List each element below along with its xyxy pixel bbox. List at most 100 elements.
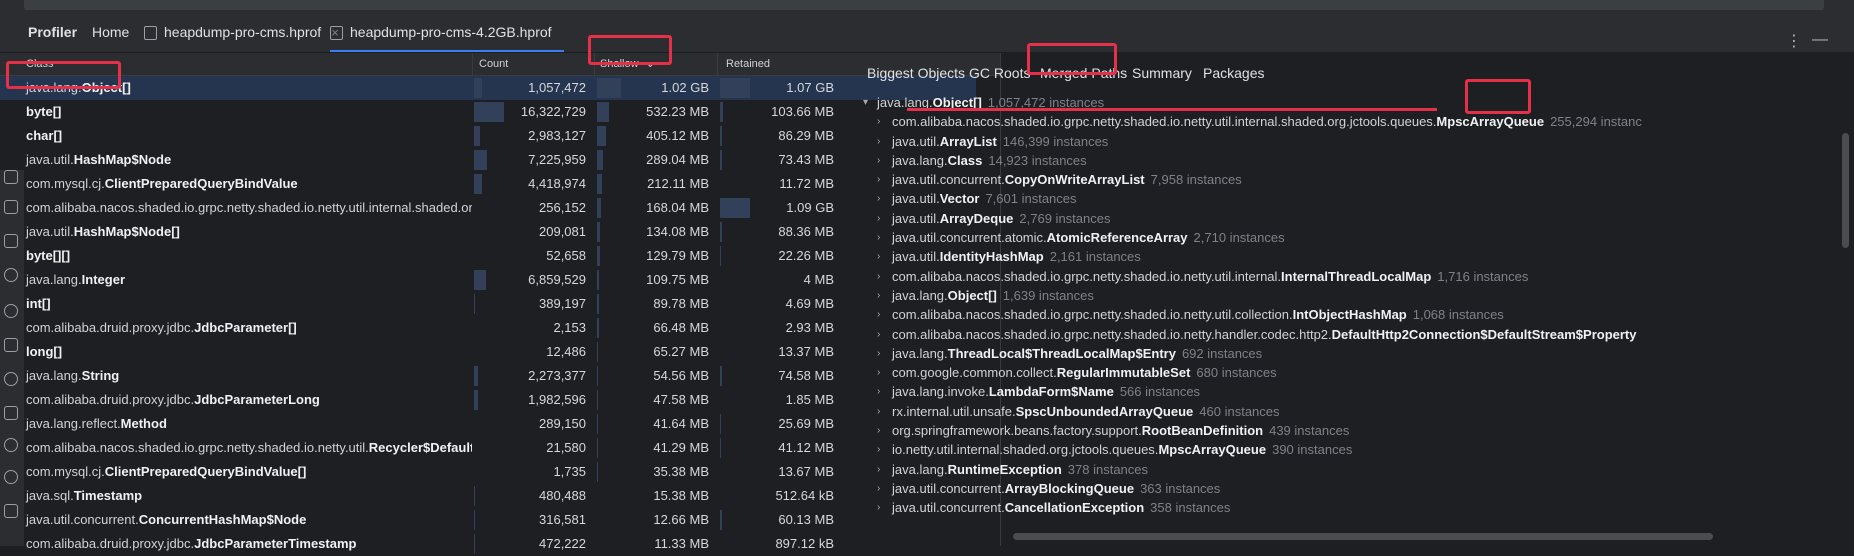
chevron-right-icon[interactable]: › <box>877 112 880 131</box>
shallow-bar <box>597 102 609 122</box>
tool-icon[interactable] <box>4 406 18 420</box>
table-row[interactable]: java.util.HashMap$Node 7,225,959 289.04 … <box>0 148 976 172</box>
table-row[interactable]: com.alibaba.druid.proxy.jdbc.JdbcParamet… <box>0 532 976 556</box>
header-count[interactable]: Count <box>479 53 508 75</box>
table-row[interactable]: com.alibaba.nacos.shaded.io.grpc.netty.s… <box>0 436 976 460</box>
table-row[interactable]: java.lang.Object[] 1,057,472 1.02 GB 1.0… <box>0 76 976 100</box>
table-row[interactable]: java.sql.Timestamp 480,488 15.38 MB 512.… <box>0 484 976 508</box>
tool-icon[interactable] <box>4 234 18 248</box>
chevron-right-icon[interactable]: › <box>877 382 880 401</box>
vertical-scrollbar[interactable] <box>1842 133 1849 248</box>
tab-gc-roots[interactable]: GC Roots <box>969 53 1030 93</box>
chevron-right-icon[interactable]: › <box>877 440 880 459</box>
chevron-right-icon[interactable]: › <box>877 247 880 266</box>
chevron-right-icon[interactable]: › <box>877 460 880 479</box>
tree-node[interactable]: › com.alibaba.nacos.shaded.io.grpc.netty… <box>877 325 1841 344</box>
table-row[interactable]: java.util.HashMap$Node[] 209,081 134.08 … <box>0 220 976 244</box>
horizontal-scrollbar[interactable] <box>1013 533 1713 540</box>
shallow-cell: 66.48 MB <box>597 318 715 338</box>
tree-node[interactable]: › com.alibaba.nacos.shaded.io.grpc.netty… <box>877 112 1841 131</box>
tree-node[interactable]: › java.lang.ThreadLocal$ThreadLocalMap$E… <box>877 344 1841 363</box>
chevron-right-icon[interactable]: › <box>877 286 880 305</box>
tool-icon[interactable] <box>4 170 18 184</box>
chevron-right-icon[interactable]: › <box>877 305 880 324</box>
table-row[interactable]: byte[][] 52,658 129.79 MB 22.26 MB <box>0 244 976 268</box>
tree-node[interactable]: › com.alibaba.nacos.shaded.io.grpc.netty… <box>877 305 1841 324</box>
table-row[interactable]: com.alibaba.druid.proxy.jdbc.JdbcParamet… <box>0 316 976 340</box>
table-row[interactable]: com.alibaba.druid.proxy.jdbc.JdbcParamet… <box>0 388 976 412</box>
chevron-right-icon[interactable]: › <box>877 402 880 421</box>
tree-node[interactable]: › java.util.ArrayDeque 2,769 instances <box>877 209 1841 228</box>
tree-node[interactable]: › java.util.ArrayList 146,399 instances <box>877 132 1841 151</box>
tool-icon[interactable] <box>4 338 18 352</box>
tab-profiler[interactable]: Profiler <box>28 12 77 52</box>
tree-node[interactable]: › java.util.concurrent.ArrayBlockingQueu… <box>877 479 1841 498</box>
table-row[interactable]: long[] 12,486 65.27 MB 13.37 MB <box>0 340 976 364</box>
table-row[interactable]: int[] 389,197 89.78 MB 4.69 MB <box>0 292 976 316</box>
table-row[interactable]: com.alibaba.nacos.shaded.io.grpc.netty.s… <box>0 196 976 220</box>
tree-node-class: ThreadLocal$ThreadLocalMap$Entry <box>947 345 1176 361</box>
tree-node[interactable]: › java.lang.Class 14,923 instances <box>877 151 1841 170</box>
tree-node-label: com.alibaba.nacos.shaded.io.grpc.netty.s… <box>892 325 1642 344</box>
tree-node[interactable]: › java.lang.invoke.LambdaForm$Name 566 in… <box>877 382 1841 401</box>
table-row[interactable]: com.mysql.cj.ClientPreparedQueryBindValu… <box>0 172 976 196</box>
chevron-right-icon[interactable]: › <box>877 170 880 189</box>
tool-icon[interactable] <box>4 304 18 318</box>
chevron-right-icon[interactable]: › <box>877 479 880 498</box>
chevron-right-icon[interactable]: › <box>877 228 880 247</box>
tool-icon[interactable] <box>4 200 18 214</box>
tree-node[interactable]: › java.util.IdentityHashMap 2,161 instanc… <box>877 247 1841 266</box>
table-row[interactable]: byte[] 16,322,729 532.23 MB 103.66 MB <box>0 100 976 124</box>
table-row[interactable]: java.lang.reflect.Method 289,150 41.64 M… <box>0 412 976 436</box>
tree-node[interactable]: › com.google.common.collect.RegularImmut… <box>877 363 1841 382</box>
chevron-right-icon[interactable]: › <box>877 421 880 440</box>
tree-node[interactable]: › java.util.concurrent.CopyOnWriteArrayL… <box>877 170 1841 189</box>
tree-node-count: 2,710 instances <box>1193 230 1285 246</box>
tree-node-package: java.util. <box>892 249 940 265</box>
table-row[interactable]: java.lang.String 2,273,377 54.56 MB 74.5… <box>0 364 976 388</box>
tree-node[interactable]: › com.alibaba.nacos.shaded.io.grpc.netty… <box>877 267 1841 286</box>
tree-node[interactable]: › io.netty.util.internal.shaded.org.jcto… <box>877 440 1841 459</box>
more-icon[interactable]: ⋮ <box>1786 31 1802 51</box>
table-row[interactable]: com.mysql.cj.ClientPreparedQueryBindValu… <box>0 460 976 484</box>
tab-file1[interactable]: heapdump-pro-cms.hprof × <box>144 12 339 52</box>
table-row[interactable]: char[] 2,983,127 405.12 MB 86.29 MB <box>0 124 976 148</box>
chevron-right-icon[interactable]: › <box>877 151 880 170</box>
left-tool-sidebar <box>0 170 24 546</box>
table-row[interactable]: java.util.concurrent.ConcurrentHashMap$N… <box>0 508 976 532</box>
tree-node[interactable]: › java.util.Vector 7,601 instances <box>877 189 1841 208</box>
chevron-down-icon[interactable]: ▾ <box>863 93 868 112</box>
tab-file2[interactable]: heapdump-pro-cms-4.2GB.hprof <box>330 12 564 52</box>
chevron-right-icon[interactable]: › <box>877 132 880 151</box>
header-shallow[interactable]: Shallow ⌄ <box>600 53 655 75</box>
tab-merged-paths[interactable]: Merged Paths <box>1040 53 1127 93</box>
tree-node[interactable]: › org.springframework.beans.factory.supp… <box>877 421 1841 440</box>
class-simple-name: char[] <box>26 128 63 143</box>
tree-node-label: java.util.concurrent.ArrayBlockingQueue 3… <box>892 479 1220 498</box>
header-retained[interactable]: Retained <box>726 53 770 75</box>
tab-packages[interactable]: Packages <box>1203 53 1264 93</box>
chevron-right-icon[interactable]: › <box>877 325 880 344</box>
tree-node[interactable]: › java.util.concurrent.atomic.AtomicRefe… <box>877 228 1841 247</box>
tool-icon[interactable] <box>4 372 18 386</box>
chevron-right-icon[interactable]: › <box>877 498 880 517</box>
tool-icon[interactable] <box>4 470 18 484</box>
chevron-right-icon[interactable]: › <box>877 209 880 228</box>
tab-home[interactable]: Home <box>92 12 129 52</box>
minimize-icon[interactable]: — <box>1812 31 1828 49</box>
chevron-right-icon[interactable]: › <box>877 363 880 382</box>
tab-summary[interactable]: Summary <box>1132 53 1192 93</box>
tool-icon[interactable] <box>4 438 18 452</box>
tool-icon[interactable] <box>4 504 18 518</box>
chevron-right-icon[interactable]: › <box>877 267 880 286</box>
chevron-right-icon[interactable]: › <box>877 344 880 363</box>
tree-node[interactable]: › java.util.concurrent.CancellationExcep… <box>877 498 1841 517</box>
tree-node[interactable]: › java.lang.Object[] 1,639 instances <box>877 286 1841 305</box>
tool-icon[interactable] <box>4 268 18 282</box>
table-row[interactable]: java.lang.Integer 6,859,529 109.75 MB 4 … <box>0 268 976 292</box>
tree-node[interactable]: › java.lang.RuntimeException 378 instance… <box>877 460 1841 479</box>
chevron-right-icon[interactable]: › <box>877 189 880 208</box>
tree-node[interactable]: › rx.internal.util.unsafe.SpscUnboundedA… <box>877 402 1841 421</box>
header-class[interactable]: Class <box>26 53 54 75</box>
tab-biggest-objects[interactable]: Biggest Objects <box>867 53 965 93</box>
